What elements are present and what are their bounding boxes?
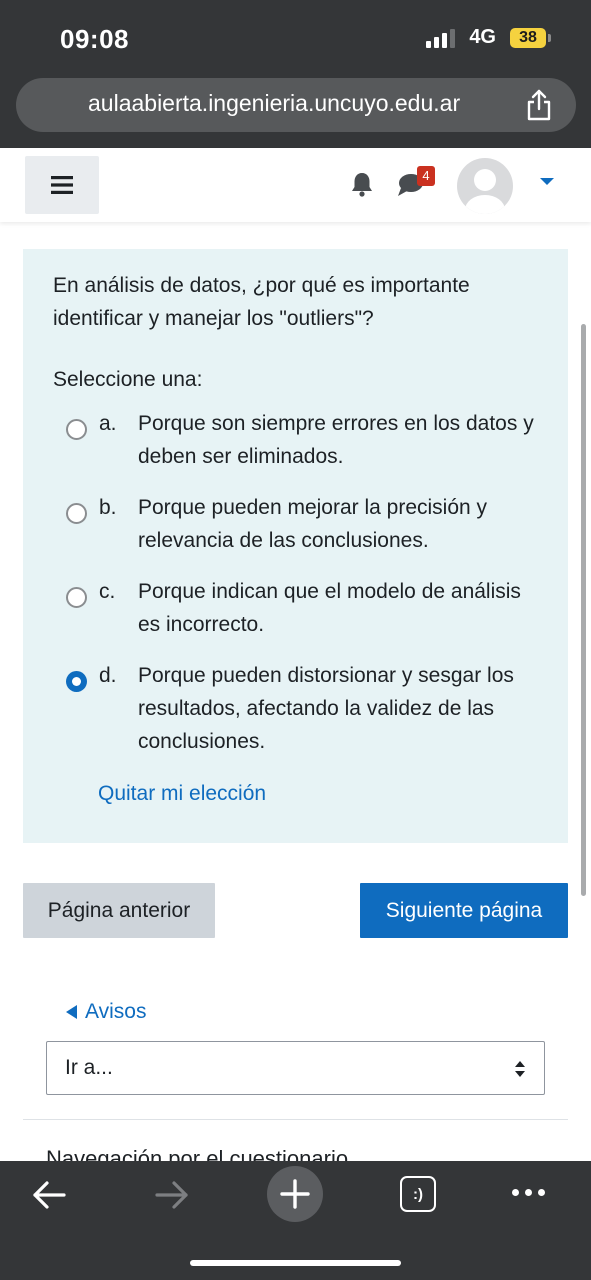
- home-indicator[interactable]: [190, 1260, 401, 1266]
- select-arrows-icon: [515, 1061, 525, 1077]
- new-tab-button[interactable]: [267, 1166, 323, 1222]
- previous-activity-label[interactable]: Avisos: [85, 1000, 146, 1024]
- page-scrollbar[interactable]: [581, 324, 586, 896]
- more-options-icon[interactable]: [512, 1189, 545, 1196]
- hamburger-icon: [51, 176, 73, 194]
- option-label[interactable]: Porque pueden distorsionar y sesgar los …: [138, 659, 538, 758]
- triangle-left-icon: [66, 1005, 77, 1019]
- radio-button-selected[interactable]: [66, 671, 87, 692]
- previous-page-button[interactable]: Página anterior: [23, 883, 215, 938]
- radio-button[interactable]: [66, 503, 87, 524]
- messages-count-badge: 4: [417, 166, 435, 186]
- signal-icon: [426, 28, 456, 48]
- option-letter: b.: [99, 496, 117, 519]
- back-arrow-icon[interactable]: [30, 1177, 68, 1213]
- browser-bottom-toolbar: :): [0, 1161, 591, 1280]
- jump-to-select[interactable]: Ir a...: [46, 1041, 545, 1095]
- notifications-bell-icon[interactable]: [348, 170, 376, 198]
- previous-activity-link[interactable]: Avisos: [66, 1000, 146, 1024]
- user-avatar[interactable]: [457, 158, 513, 214]
- clear-choice-link[interactable]: Quitar mi elección: [98, 782, 266, 806]
- menu-toggle-button[interactable]: [25, 156, 99, 214]
- option-letter: a.: [99, 412, 117, 435]
- user-menu-caret-icon[interactable]: [540, 178, 554, 185]
- share-icon[interactable]: [524, 88, 554, 122]
- battery-level: 38: [510, 27, 546, 48]
- forward-arrow-icon[interactable]: [153, 1177, 191, 1213]
- question-card: En análisis de datos, ¿por qué es import…: [23, 249, 568, 843]
- user-silhouette-icon: [465, 169, 505, 214]
- answer-prompt: Seleccione una:: [53, 368, 203, 391]
- url-text[interactable]: aulaabierta.ingenieria.uncuyo.edu.ar: [88, 90, 460, 117]
- status-indicators: 4G 38: [426, 26, 551, 49]
- plus-icon: [280, 1179, 310, 1209]
- network-type: 4G: [469, 26, 496, 48]
- radio-button[interactable]: [66, 419, 87, 440]
- tabs-button[interactable]: :): [400, 1176, 436, 1212]
- battery-icon: 38: [510, 27, 551, 48]
- option-letter: c.: [99, 580, 116, 603]
- tabs-label: :): [413, 1185, 423, 1203]
- option-label[interactable]: Porque son siempre errores en los datos …: [138, 407, 538, 473]
- next-page-button[interactable]: Siguiente página: [360, 883, 568, 938]
- radio-button[interactable]: [66, 587, 87, 608]
- option-label[interactable]: Porque pueden mejorar la precisión y rel…: [138, 491, 538, 557]
- address-bar[interactable]: aulaabierta.ingenieria.uncuyo.edu.ar: [16, 78, 576, 132]
- option-label[interactable]: Porque indican que el modelo de análisis…: [138, 575, 538, 641]
- question-text: En análisis de datos, ¿por qué es import…: [53, 274, 470, 330]
- site-navbar: 4: [0, 148, 591, 222]
- browser-top-chrome: 09:08 4G 38 aulaabierta.ingenieria.uncuy…: [0, 0, 591, 148]
- option-letter: d.: [99, 664, 117, 687]
- section-divider: [23, 1119, 568, 1120]
- jump-to-value: Ir a...: [65, 1056, 113, 1079]
- status-time: 09:08: [60, 24, 129, 54]
